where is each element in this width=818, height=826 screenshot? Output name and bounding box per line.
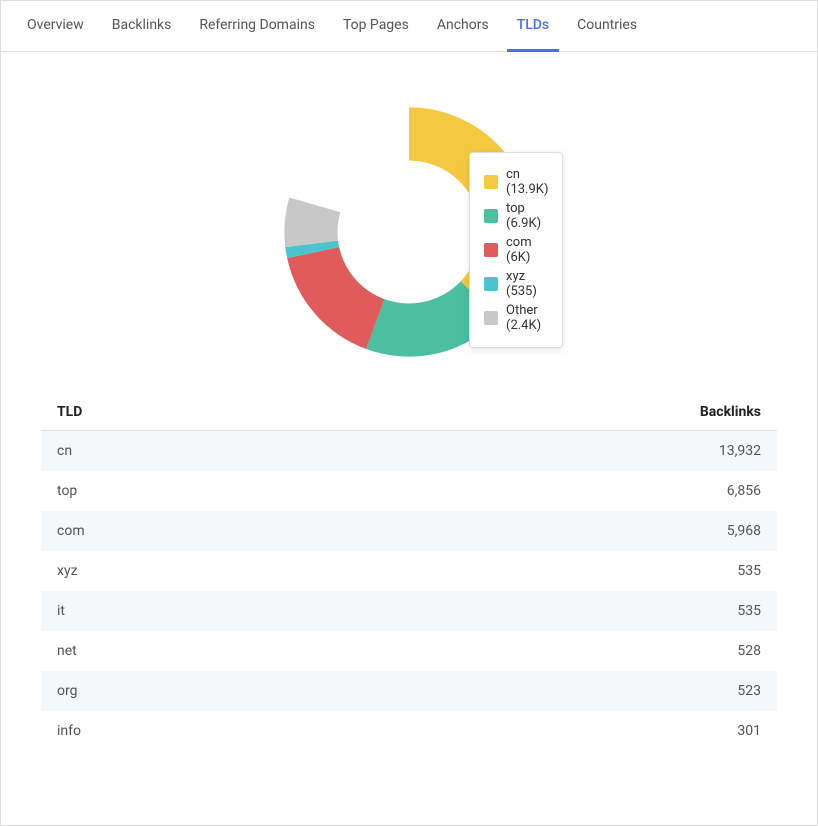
table-row: org523 [41,671,777,711]
donut-hole [338,161,481,304]
table-row: net528 [41,631,777,671]
legend-swatch [484,243,498,257]
cell-tld: xyz [41,551,328,591]
legend-label: top (6.9K) [506,201,548,231]
tooltip-item: cn (13.9K) [484,167,548,197]
tooltip-item: Other (2.4K) [484,303,548,333]
table-body: cn13,932top6,856com5,968xyz535it535net52… [41,431,777,752]
nav-tabs: OverviewBacklinksReferring DomainsTop Pa… [1,1,817,52]
table-section: TLD Backlinks cn13,932top6,856com5,968xy… [1,392,817,771]
nav-tab-tlds[interactable]: TLDs [507,1,559,52]
donut-chart: cn (13.9K) top (6.9K) com (6K) xyz (535) Oth… [269,92,549,372]
nav-tab-anchors[interactable]: Anchors [427,1,499,52]
cell-tld: cn [41,431,328,472]
cell-tld: com [41,511,328,551]
table-row: info301 [41,711,777,751]
cell-tld: org [41,671,328,711]
table-row: cn13,932 [41,431,777,472]
cell-backlinks: 5,968 [328,511,777,551]
cell-tld: it [41,591,328,631]
legend-swatch [484,175,498,189]
nav-tab-backlinks[interactable]: Backlinks [102,1,182,52]
cell-backlinks: 301 [328,711,777,751]
chart-area: cn (13.9K) top (6.9K) com (6K) xyz (535) Oth… [1,52,817,392]
cell-backlinks: 13,932 [328,431,777,472]
tooltip-item: xyz (535) [484,269,548,299]
table-row: xyz535 [41,551,777,591]
table-row: com5,968 [41,511,777,551]
nav-tab-countries[interactable]: Countries [567,1,647,52]
tld-table: TLD Backlinks cn13,932top6,856com5,968xy… [41,392,777,751]
cell-backlinks: 6,856 [328,471,777,511]
legend-swatch [484,311,498,325]
legend-label: Other (2.4K) [506,303,548,333]
col-backlinks: Backlinks [328,392,777,431]
tooltip-item: top (6.9K) [484,201,548,231]
table-header: TLD Backlinks [41,392,777,431]
table-row: it535 [41,591,777,631]
nav-tab-top-pages[interactable]: Top Pages [333,1,419,52]
cell-backlinks: 523 [328,671,777,711]
chart-tooltip: cn (13.9K) top (6.9K) com (6K) xyz (535) Oth… [469,152,563,348]
tooltip-item: com (6K) [484,235,548,265]
nav-tab-referring-domains[interactable]: Referring Domains [189,1,325,52]
legend-label: xyz (535) [506,269,548,299]
table-row: top6,856 [41,471,777,511]
col-tld: TLD [41,392,328,431]
cell-tld: top [41,471,328,511]
nav-tab-overview[interactable]: Overview [17,1,94,52]
legend-swatch [484,277,498,291]
legend-label: com (6K) [506,235,548,265]
legend-label: cn (13.9K) [506,167,548,197]
cell-tld: net [41,631,328,671]
cell-tld: info [41,711,328,751]
cell-backlinks: 535 [328,551,777,591]
cell-backlinks: 528 [328,631,777,671]
cell-backlinks: 535 [328,591,777,631]
legend-swatch [484,209,498,223]
